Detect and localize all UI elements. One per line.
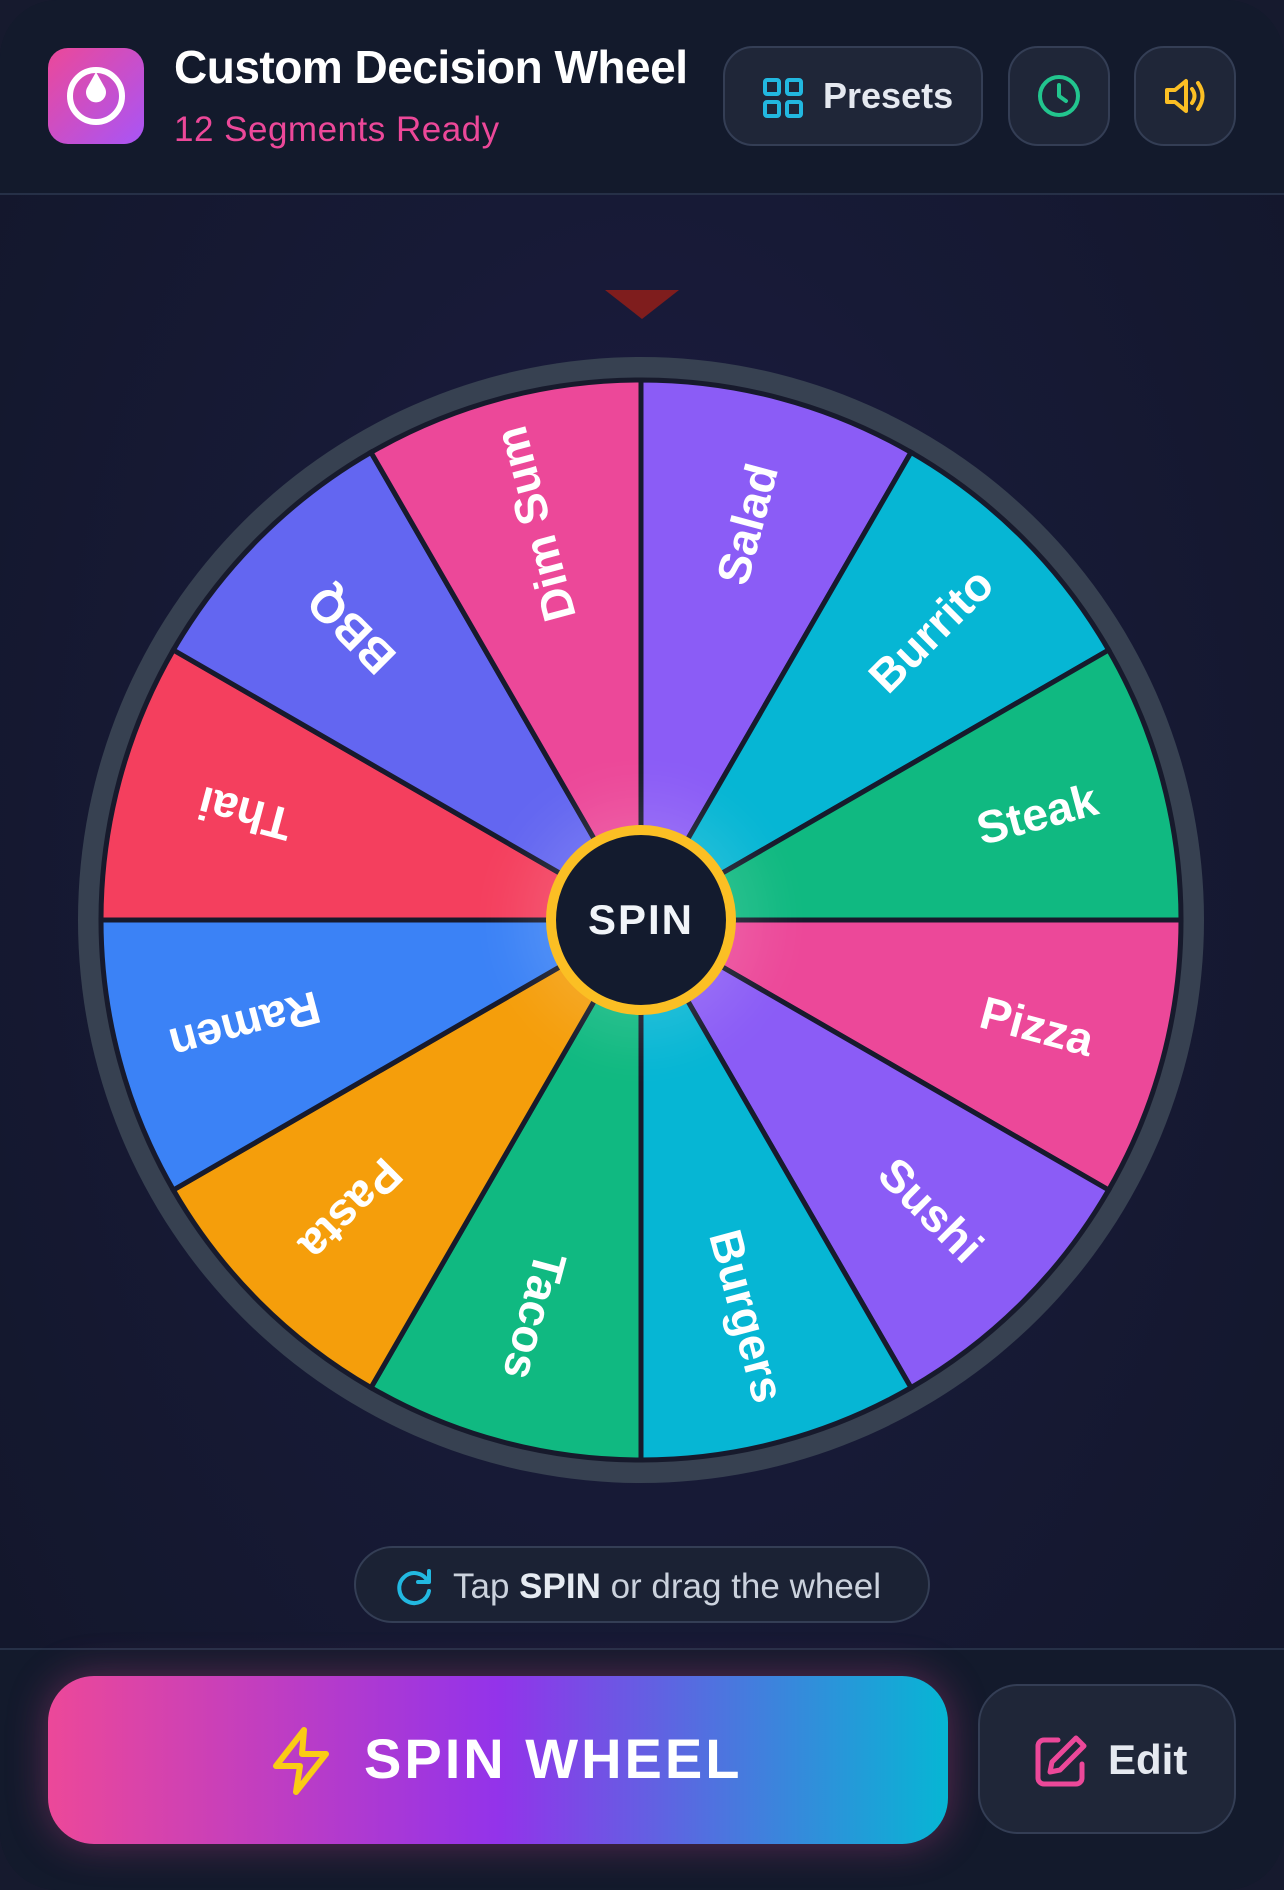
edit-label: Edit [1108, 1736, 1188, 1783]
wheel-pointer [605, 290, 679, 319]
clock-icon [1038, 75, 1080, 117]
header-bar: Custom Decision Wheel 12 Segments Ready … [0, 0, 1284, 195]
spin-hub-button[interactable]: SPIN [546, 825, 736, 1015]
hint-prefix: Tap [453, 1567, 520, 1606]
spin-hub-label: SPIN [587, 896, 695, 943]
instruction-hint: Tap SPIN or drag the wheel [354, 1546, 930, 1623]
spin-wheel-label: SPIN WHEEL [364, 1727, 743, 1790]
segments-status: 12 Segments Ready [174, 110, 500, 149]
presets-button[interactable]: Presets [723, 46, 983, 146]
presets-label: Presets [823, 75, 954, 116]
history-button[interactable] [1008, 46, 1110, 146]
lightning-icon [273, 1727, 329, 1795]
grid-icon [763, 78, 803, 118]
hint-bold: SPIN [519, 1567, 601, 1606]
speaker-icon [1165, 79, 1205, 113]
spin-wheel-button[interactable]: SPIN WHEEL [48, 1676, 948, 1844]
edit-button[interactable]: Edit [978, 1684, 1236, 1834]
instruction-text: Tap SPIN or drag the wheel [453, 1567, 881, 1607]
app-title: Custom Decision Wheel [174, 41, 688, 93]
edit-icon [1035, 1735, 1087, 1787]
refresh-icon [397, 1569, 431, 1606]
app-screen: Custom Decision Wheel 12 Segments Ready … [0, 0, 1284, 1890]
sound-toggle-button[interactable] [1134, 46, 1236, 146]
hint-suffix: or drag the wheel [600, 1567, 882, 1606]
footer-bar: SPIN WHEEL Edit [0, 1648, 1284, 1890]
wheel-logo-icon [48, 48, 144, 144]
